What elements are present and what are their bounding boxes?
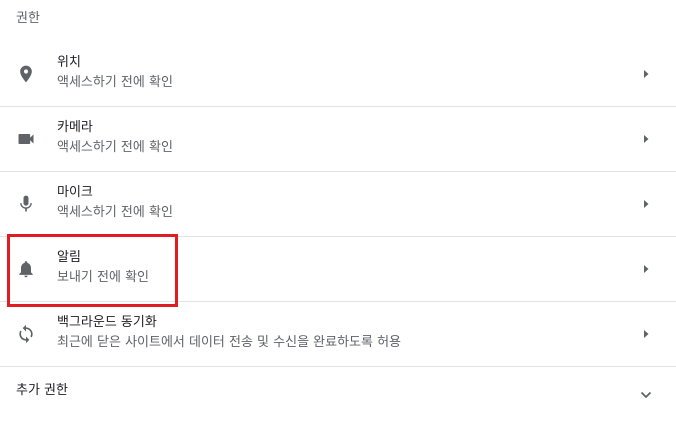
microphone-icon [16,194,36,214]
permission-row-microphone[interactable]: 마이크 액세스하기 전에 확인 [0,172,676,237]
more-permissions-label: 추가 권한 [16,383,68,398]
permission-subtitle: 보내기 전에 확인 [57,270,149,285]
chevron-right-icon [642,199,650,209]
permission-title: 마이크 [57,185,93,200]
permission-row-camera[interactable]: 카메라 액세스하기 전에 확인 [0,107,676,172]
videocam-icon [16,129,36,149]
chevron-down-icon[interactable] [640,385,652,399]
permission-subtitle: 액세스하기 전에 확인 [57,140,173,155]
permission-title: 알림 [57,250,81,265]
chevron-right-icon [642,264,650,274]
bell-icon [16,259,36,279]
permission-row-notifications[interactable]: 알림 보내기 전에 확인 [0,237,676,302]
chevron-right-icon [642,329,650,339]
sync-icon [16,324,36,344]
section-title: 권한 [16,11,40,26]
chevron-right-icon [642,134,650,144]
permission-subtitle: 최근에 닫은 사이트에서 데이터 전송 및 수신을 완료하도록 허용 [57,335,402,350]
permission-title: 백그라운드 동기화 [57,315,157,330]
permission-title: 카메라 [57,120,93,135]
permissions-list: 위치 액세스하기 전에 확인 카메라 액세스하기 전에 확인 마이크 액세스하기… [0,42,676,367]
chevron-right-icon [642,69,650,79]
permission-subtitle: 액세스하기 전에 확인 [57,205,173,220]
permission-row-background-sync[interactable]: 백그라운드 동기화 최근에 닫은 사이트에서 데이터 전송 및 수신을 완료하도… [0,302,676,367]
permission-row-location[interactable]: 위치 액세스하기 전에 확인 [0,42,676,107]
permission-title: 위치 [57,55,81,70]
more-permissions-row[interactable]: 추가 권한 [0,367,676,415]
location-pin-icon [16,64,36,84]
permission-subtitle: 액세스하기 전에 확인 [57,75,173,90]
